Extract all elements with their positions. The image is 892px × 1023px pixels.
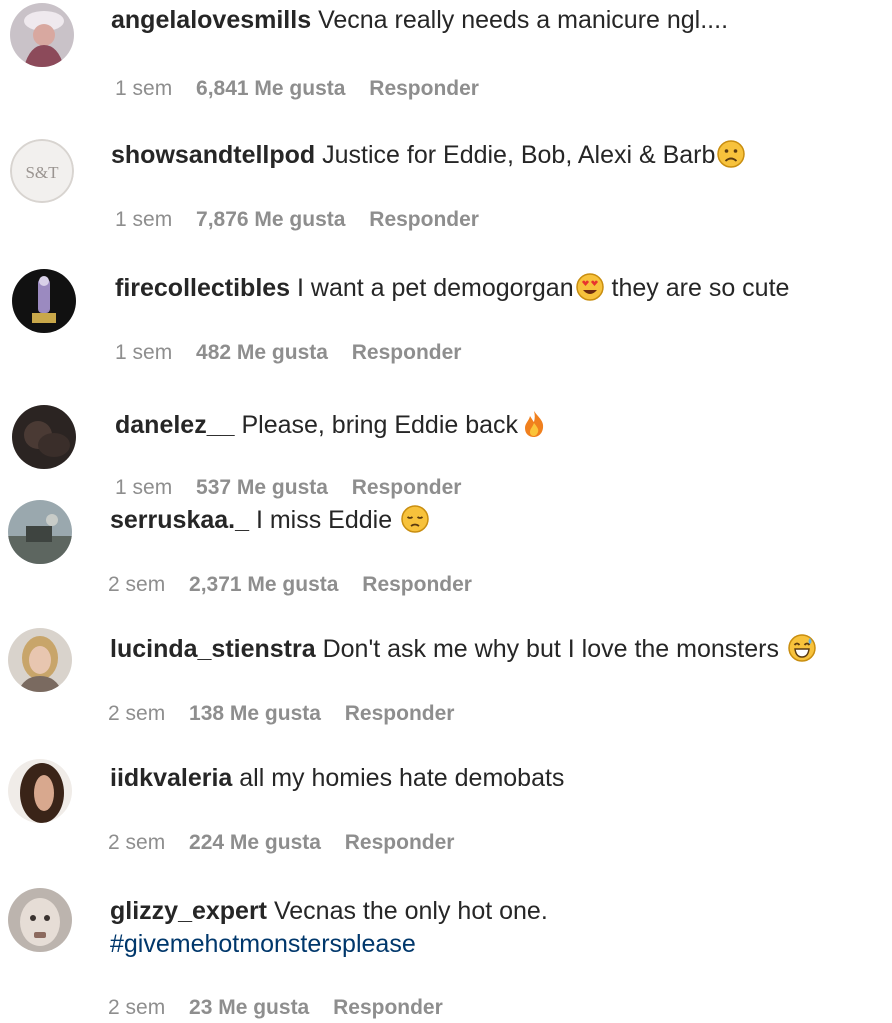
comment-username[interactable]: iidkvaleria: [110, 764, 232, 792]
dark-hair-person-icon: [8, 759, 72, 823]
comment-text: Don't ask me why but I love the monsters: [322, 635, 786, 663]
comment-likes[interactable]: 23 Me gusta: [189, 996, 309, 1019]
sad-face-emoji-icon: [716, 139, 746, 169]
reply-button[interactable]: Responder: [362, 573, 472, 596]
comment-text-continued: they are so cute: [604, 274, 790, 302]
avatar[interactable]: [12, 269, 76, 333]
comment-text: I miss Eddie: [255, 506, 400, 534]
comment-likes[interactable]: 224 Me gusta: [189, 831, 321, 854]
comment-time[interactable]: 2 sem: [108, 573, 165, 596]
avatar[interactable]: S&T: [10, 139, 74, 203]
comment-body: glizzy_expert Vecnas the only hot one. #…: [110, 895, 548, 961]
comment-meta: 2 sem 138 Me gusta Responder: [108, 701, 472, 727]
comment-meta: 2 sem 23 Me gusta Responder: [108, 995, 461, 1021]
comment-body: iidkvaleria all my homies hate demobats: [110, 762, 564, 794]
comment-body: showsandtellpod Justice for Eddie, Bob, …: [111, 139, 746, 171]
grinning-sweat-emoji-icon: [787, 633, 817, 663]
comment-text: I want a pet demogorgan: [297, 274, 574, 302]
reply-button[interactable]: Responder: [352, 341, 462, 364]
dark-photo-icon: [12, 405, 76, 469]
comment-meta: 2 sem 2,371 Me gusta Responder: [108, 572, 490, 598]
comment-meta: 1 sem 482 Me gusta Responder: [115, 340, 479, 366]
heart-eyes-emoji-icon: [575, 272, 605, 302]
comment-time[interactable]: 2 sem: [108, 702, 165, 725]
comment-username[interactable]: glizzy_expert: [110, 897, 267, 925]
comment-text: Vecnas the only hot one.: [273, 897, 548, 925]
reply-button[interactable]: Responder: [345, 831, 455, 854]
reply-button[interactable]: Responder: [369, 77, 479, 100]
comment-body: danelez__ Please, bring Eddie back: [115, 409, 549, 441]
comment-time[interactable]: 1 sem: [115, 208, 172, 231]
avatar[interactable]: [8, 628, 72, 692]
comment-text: Justice for Eddie, Bob, Alexi & Barb: [322, 141, 716, 169]
comment-body: firecollectibles I want a pet demogorgan…: [115, 272, 789, 304]
comment-username[interactable]: serruskaa._: [110, 506, 249, 534]
avatar[interactable]: [8, 500, 72, 564]
reply-button[interactable]: Responder: [352, 476, 462, 499]
hashtag-link[interactable]: #givemehotmonstersplease: [110, 930, 416, 958]
avatar-logo-text: S&T: [25, 163, 59, 182]
reply-button[interactable]: Responder: [369, 208, 479, 231]
avatar[interactable]: [8, 888, 72, 952]
fire-emoji-icon: [519, 409, 549, 439]
reply-button[interactable]: Responder: [333, 996, 443, 1019]
comment-likes[interactable]: 2,371 Me gusta: [189, 573, 338, 596]
blonde-person-icon: [8, 628, 72, 692]
comment-time[interactable]: 2 sem: [108, 831, 165, 854]
comment-likes[interactable]: 6,841 Me gusta: [196, 77, 345, 100]
comment-likes[interactable]: 7,876 Me gusta: [196, 208, 345, 231]
comment-username[interactable]: firecollectibles: [115, 274, 290, 302]
comment-likes[interactable]: 537 Me gusta: [196, 476, 328, 499]
comment-meta: 2 sem 224 Me gusta Responder: [108, 830, 472, 856]
comment-likes[interactable]: 138 Me gusta: [189, 702, 321, 725]
comment-likes[interactable]: 482 Me gusta: [196, 341, 328, 364]
comment-username[interactable]: lucinda_stienstra: [110, 635, 316, 663]
comment-time[interactable]: 2 sem: [108, 996, 165, 1019]
comment-text: Vecna really needs a manicure ngl....: [318, 6, 729, 34]
avatar[interactable]: [8, 759, 72, 823]
figure-icon: [12, 269, 76, 333]
comment-body: angelalovesmills Vecna really needs a ma…: [111, 4, 728, 36]
comment-time[interactable]: 1 sem: [115, 341, 172, 364]
comment-body: lucinda_stienstra Don't ask me why but I…: [110, 633, 817, 665]
reply-button[interactable]: Responder: [345, 702, 455, 725]
comment-body: serruskaa._ I miss Eddie: [110, 504, 430, 536]
comment-time[interactable]: 1 sem: [115, 476, 172, 499]
avatar[interactable]: [10, 3, 74, 67]
comment-username[interactable]: angelalovesmills: [111, 6, 311, 34]
comment-meta: 1 sem 537 Me gusta Responder: [115, 475, 479, 501]
comment-text: all my homies hate demobats: [239, 764, 565, 792]
outdoor-photo-icon: [8, 500, 72, 564]
comment-username[interactable]: showsandtellpod: [111, 141, 315, 169]
avatar-person-hat-icon: [10, 3, 74, 67]
comment-meta: 1 sem 6,841 Me gusta Responder: [115, 76, 497, 102]
avatar[interactable]: [12, 405, 76, 469]
logo-icon: S&T: [10, 139, 74, 203]
pale-face-icon: [8, 888, 72, 952]
comment-username[interactable]: danelez__: [115, 411, 235, 439]
pensive-face-emoji-icon: [400, 504, 430, 534]
comment-text: Please, bring Eddie back: [241, 411, 519, 439]
comment-time[interactable]: 1 sem: [115, 77, 172, 100]
comment-meta: 1 sem 7,876 Me gusta Responder: [115, 207, 497, 233]
